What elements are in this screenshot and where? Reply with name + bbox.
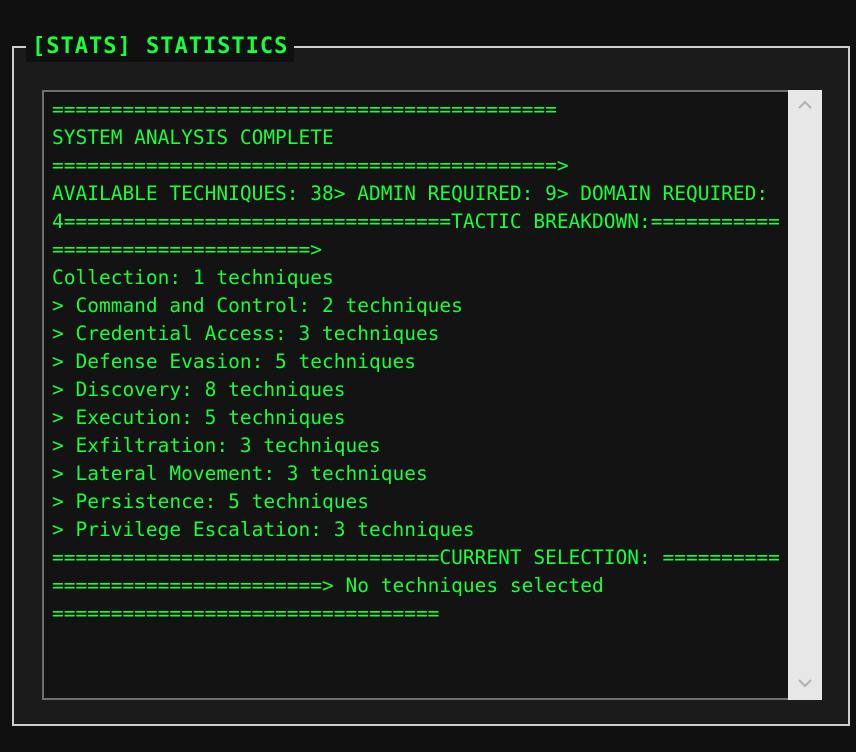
chevron-up-icon[interactable] — [788, 90, 822, 122]
chevron-down-icon[interactable] — [788, 668, 822, 700]
panel-title: [STATS] STATISTICS — [26, 32, 295, 62]
statistics-textarea[interactable]: ========================================… — [42, 90, 822, 700]
vertical-scrollbar[interactable] — [788, 90, 822, 700]
statistics-log-text: ========================================… — [52, 98, 780, 625]
